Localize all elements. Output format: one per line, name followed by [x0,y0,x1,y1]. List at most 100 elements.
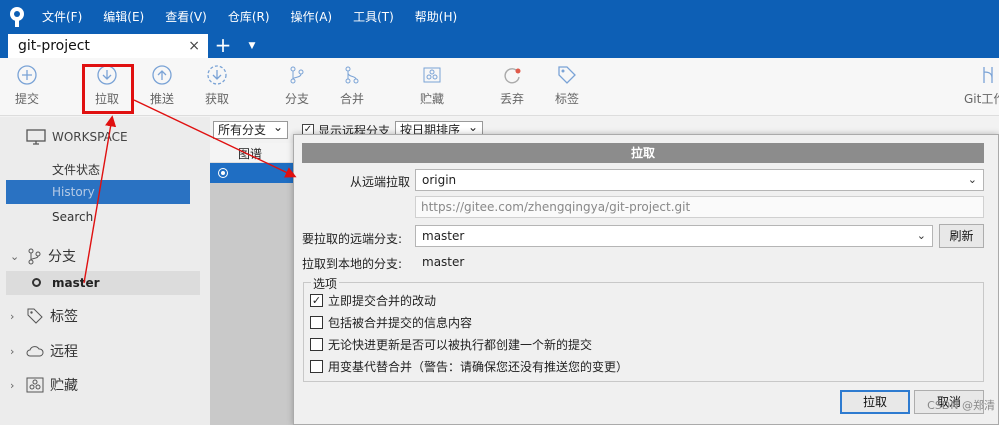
pull-dialog: 拉取 从远端拉取 origin ⌄ https://gitee.com/zhen… [293,134,999,425]
tab-title: git-project [18,38,90,54]
add-tab-icon[interactable]: + [212,34,234,58]
remote-branch-label: 要拉取的远端分支: [302,232,403,246]
toolbar: 提交 拉取 推送 获取 分支 合并 贮藏 丢弃 标签 Git工作 [0,58,999,116]
options-title: 选项 [311,275,340,292]
history-background [210,183,300,425]
merge-icon [345,66,359,84]
sidebar-item-search[interactable]: Search [52,210,93,224]
local-branch-value: master [422,255,465,269]
menu-tools[interactable]: 工具(T) [345,0,407,34]
remote-select-value: origin [422,173,457,187]
sidebar: WORKSPACE 文件状态 History Search ⌄ 分支 maste… [0,117,210,425]
tab-git-project[interactable]: git-project × [8,34,208,58]
option-rebase[interactable]: 用变基代替合并（警告：请确保您还没有推送您的变更） [310,358,628,375]
tag-icon [27,308,43,324]
chevron-down-icon: ⌄ [967,173,977,186]
sourcetree-logo-icon [0,0,34,34]
branch-item-master[interactable]: master [6,271,200,295]
graph-column-header: 图谱 [238,147,263,161]
sidebar-item-file-status[interactable]: 文件状态 [52,161,100,178]
merge-label: 合并 [339,92,364,106]
checkbox-checked[interactable]: ✓ [310,294,323,307]
option-label: 立即提交合并的改动 [328,294,437,308]
checkbox[interactable] [310,360,323,373]
discard-label: 丢弃 [499,92,524,106]
stash-icon [423,67,441,83]
discard-icon [504,68,521,84]
chevron-down-icon: ⌄ [10,249,20,263]
checkbox[interactable] [310,316,323,329]
stash-icon [26,377,44,393]
remote-select[interactable]: origin ⌄ [415,169,984,191]
tag-icon [558,66,576,84]
branch-icon [28,248,41,265]
tags-section[interactable]: › 标签 [10,306,78,326]
fetch-label: 获取 [204,92,229,106]
title-bar: 文件(F) 编辑(E) 查看(V) 仓库(R) 操作(A) 工具(T) 帮助(H… [0,0,999,34]
remote-label: 从远端拉取 [350,175,411,189]
gitflow-icon [983,67,993,83]
remotes-section[interactable]: › 远程 [10,341,78,361]
pull-confirm-button[interactable]: 拉取 [840,390,910,414]
refresh-button[interactable]: 刷新 [939,224,984,248]
menu-file[interactable]: 文件(F) [34,0,95,34]
cloud-icon [26,346,44,357]
menu-view[interactable]: 查看(V) [157,0,220,34]
tab-menu-chevron-icon[interactable]: ▼ [244,34,260,58]
branch-icon [290,66,304,84]
plus-circle-icon [17,65,37,85]
remote-branch-select[interactable]: master ⌄ [415,225,933,247]
fetch-circle-icon [207,65,227,85]
commit-label: 提交 [14,92,39,106]
stash-button[interactable]: 贮藏 [412,64,452,107]
stashes-section[interactable]: › 贮藏 [10,375,78,395]
commit-button[interactable]: 提交 [7,64,47,107]
workspace-label: WORKSPACE [52,130,128,144]
sidebar-item-history-label: History [52,185,95,199]
branch-button[interactable]: 分支 [277,64,317,107]
close-icon[interactable]: × [188,34,200,58]
tag-button[interactable]: 标签 [547,64,587,107]
tag-label: 标签 [554,92,579,106]
checkbox[interactable] [310,338,323,351]
commit-row[interactable] [210,163,300,183]
option-no-fast-forward[interactable]: 无论快进更新是否可以被执行都创建一个新的提交 [310,336,592,353]
push-button[interactable]: 推送 [142,64,182,107]
chevron-down-icon: ⌄ [916,229,926,242]
menu-bar: 文件(F) 编辑(E) 查看(V) 仓库(R) 操作(A) 工具(T) 帮助(H… [34,0,470,34]
tags-label: 标签 [50,309,78,325]
options-group: 选项 ✓ 立即提交合并的改动 包括被合并提交的信息内容 无论快进更新是否可以被执… [303,275,984,382]
branches-label: 分支 [48,249,76,265]
branch-name: master [52,276,100,290]
workspace-header: WORKSPACE [26,129,128,145]
menu-edit[interactable]: 编辑(E) [95,0,157,34]
watermark: CSDN @郑清 [927,399,995,412]
remote-url-field: https://gitee.com/zhengqingya/git-projec… [415,196,984,218]
sidebar-item-history[interactable]: History [6,180,190,204]
local-branch-label: 拉取到本地的分支: [302,257,403,271]
stash-label: 贮藏 [419,92,444,106]
menu-repository[interactable]: 仓库(R) [220,0,283,34]
chevron-right-icon: › [10,309,15,323]
discard-button[interactable]: 丢弃 [492,64,532,107]
pull-annotation-box [82,64,134,114]
merge-button[interactable]: 合并 [332,64,372,107]
gitflow-label: Git工作 [964,92,999,106]
option-include-messages[interactable]: 包括被合并提交的信息内容 [310,314,472,331]
option-label: 包括被合并提交的信息内容 [328,316,473,330]
remotes-label: 远程 [50,344,78,360]
menu-help[interactable]: 帮助(H) [407,0,470,34]
fetch-button[interactable]: 获取 [197,64,237,107]
branch-filter-select[interactable]: 所有分支 [213,119,288,139]
branches-section[interactable]: ⌄ 分支 [10,246,76,266]
option-label: 用变基代替合并（警告：请确保您还没有推送您的变更） [328,360,629,374]
option-commit-merged[interactable]: ✓ 立即提交合并的改动 [310,292,436,309]
chevron-right-icon: › [10,344,15,358]
stashes-label: 贮藏 [50,378,78,394]
menu-actions[interactable]: 操作(A) [283,0,346,34]
tab-bar: git-project × + ▼ [0,34,999,58]
chevron-right-icon: › [10,378,15,392]
option-label: 无论快进更新是否可以被执行都创建一个新的提交 [328,338,593,352]
monitor-icon [26,129,46,145]
gitflow-button[interactable]: Git工作 [964,64,999,107]
